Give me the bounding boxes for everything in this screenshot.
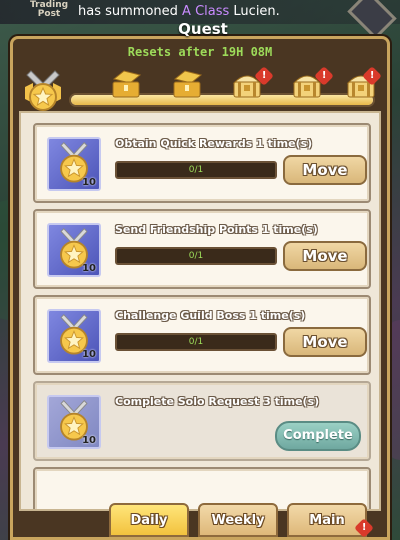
quest-tabs: Daily Weekly Main ! <box>13 503 387 540</box>
panel-title: Quest <box>178 20 228 38</box>
reward-count: 10 <box>82 435 96 446</box>
reward-medal-icon: 10 <box>47 309 101 363</box>
move-button[interactable]: Move <box>283 241 367 271</box>
quest-list[interactable]: 10 Obtain Quick Rewards 1 time(s) 0/1 Mo… <box>19 111 381 511</box>
reward-medal-icon: 10 <box>47 223 101 277</box>
reward-count: 10 <box>82 177 96 188</box>
quest-title: Complete Solo Request 3 time(s) <box>115 395 320 408</box>
reward-medal-icon: 10 <box>47 395 101 449</box>
reward-count: 10 <box>82 263 96 274</box>
reward-medal-icon: 10 <box>47 137 101 191</box>
announcement-source: Trading Post <box>30 0 69 19</box>
activity-medal-icon <box>25 70 61 111</box>
complete-button[interactable]: Complete <box>275 421 361 451</box>
reward-count: 10 <box>82 349 96 360</box>
quest-card-completed: 10 Complete Solo Request 3 time(s) Compl… <box>33 381 371 461</box>
quest-title: Send Friendship Points 1 time(s) <box>115 223 318 236</box>
quest-progress: 0/1 <box>115 247 277 265</box>
quest-title: Obtain Quick Rewards 1 time(s) <box>115 137 313 150</box>
quest-panel: Quest Resets after 19H 08M 110 20 <box>10 20 390 540</box>
move-button[interactable]: Move <box>283 155 367 185</box>
quest-progress: 0/1 <box>115 333 277 351</box>
quest-progress: 0/1 <box>115 161 277 179</box>
tab-main[interactable]: Main <box>287 503 367 537</box>
tab-daily[interactable]: Daily <box>109 503 189 537</box>
reset-timer: Resets after 19H 08M <box>127 45 273 59</box>
move-button[interactable]: Move <box>283 327 367 357</box>
golden-chest-open-icon <box>173 70 203 98</box>
golden-chest-open-icon <box>112 70 142 98</box>
quest-title: Challenge Guild Boss 1 time(s) <box>115 309 306 322</box>
quest-card: 10 Challenge Guild Boss 1 time(s) 0/1 Mo… <box>33 295 371 375</box>
quest-card: 10 Send Friendship Points 1 time(s) 0/1 … <box>33 209 371 289</box>
tab-weekly[interactable]: Weekly <box>198 503 278 537</box>
quest-card: 10 Obtain Quick Rewards 1 time(s) 0/1 Mo… <box>33 123 371 203</box>
